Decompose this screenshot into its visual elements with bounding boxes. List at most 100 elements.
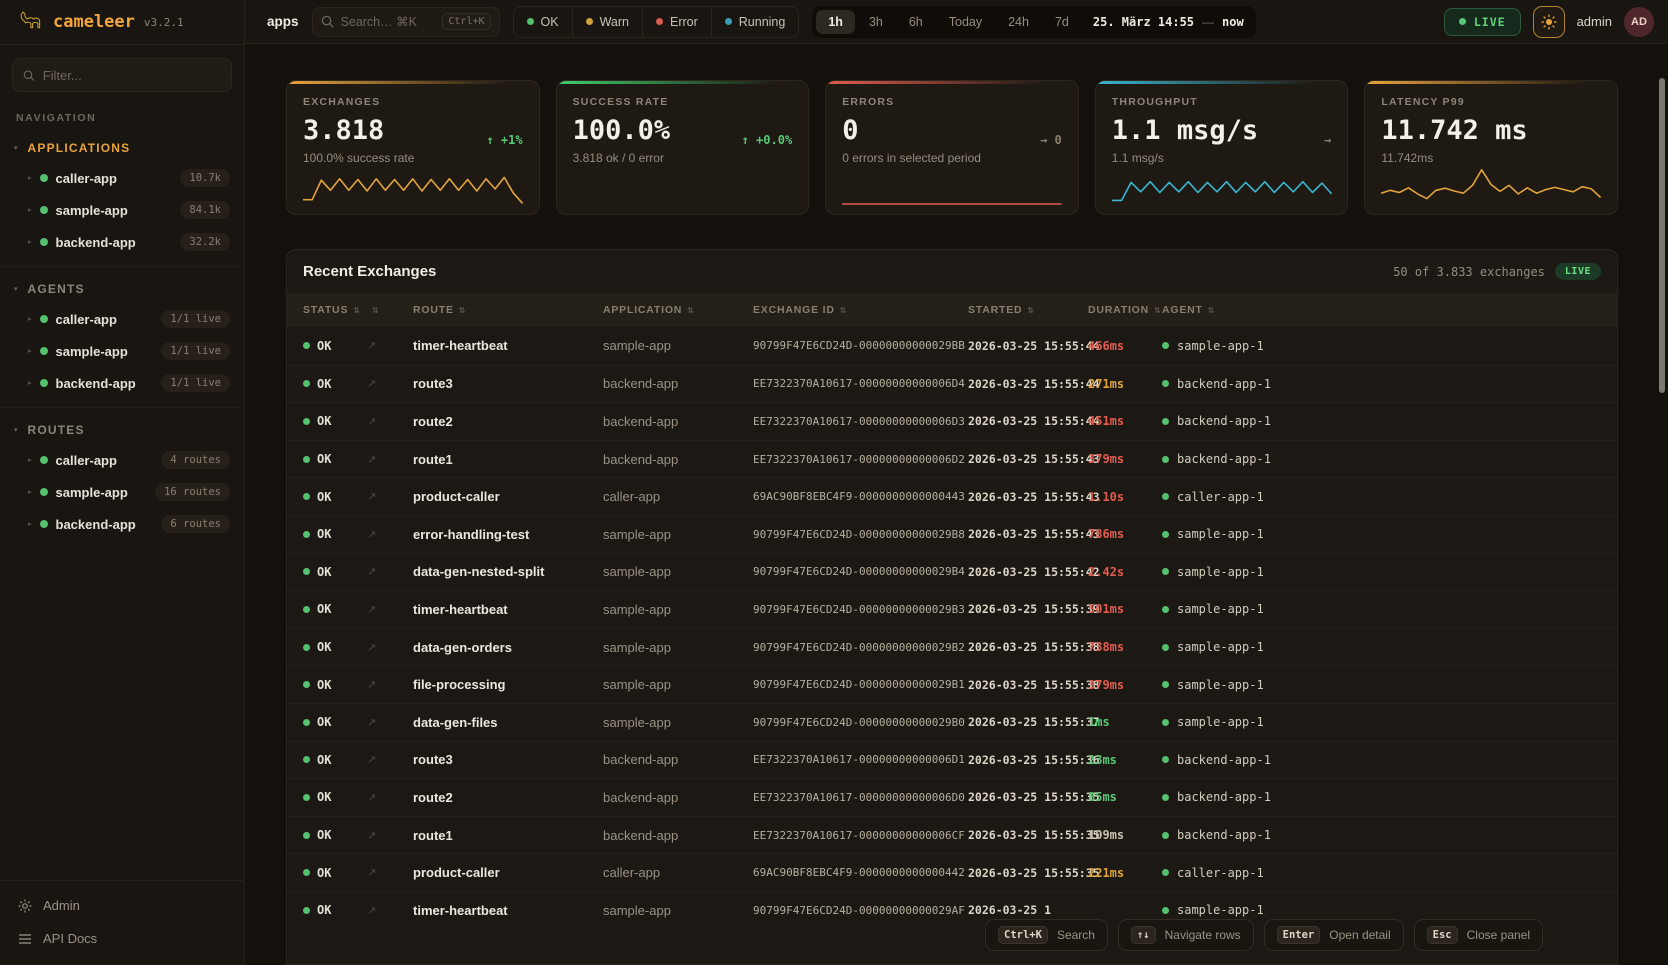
- hint-label: Open detail: [1329, 928, 1390, 942]
- hint-label: Search: [1057, 928, 1095, 942]
- time-range-6h[interactable]: 6h: [897, 10, 935, 34]
- stat-value: 11.742 ms: [1381, 115, 1601, 146]
- route-cell: route3: [413, 376, 603, 391]
- table-row[interactable]: OK ↗ product-caller caller-app 69AC90BF8…: [287, 477, 1617, 515]
- sidebar-footer: Admin API Docs: [0, 880, 244, 965]
- trend-icon: ↗: [367, 377, 413, 390]
- exchange-id-cell: EE7322370A10617-00000000000006D0: [753, 791, 968, 804]
- trend-icon: ↗: [367, 339, 413, 352]
- sidebar-item-backend-app[interactable]: ▸ backend-app 1/1 live: [0, 367, 244, 399]
- table-row[interactable]: OK ↗ data-gen-orders sample-app 90799F47…: [287, 628, 1617, 666]
- table-row[interactable]: OK ↗ route2 backend-app EE7322370A10617-…: [287, 402, 1617, 440]
- trend-icon: ↗: [367, 528, 413, 541]
- status-filter-label: Warn: [600, 15, 629, 29]
- chevron-right-icon: ▸: [28, 456, 32, 464]
- sort-icon: ⇅: [353, 306, 361, 315]
- table-row[interactable]: OK ↗ error-handling-test sample-app 9079…: [287, 515, 1617, 553]
- table-row[interactable]: OK ↗ file-processing sample-app 90799F47…: [287, 665, 1617, 703]
- status-filter-group: OK Warn Error Running: [513, 6, 800, 38]
- time-range-3h[interactable]: 3h: [857, 10, 895, 34]
- status-filter-ok[interactable]: OK: [514, 7, 572, 37]
- logo-row[interactable]: cameleer v3.2.1: [0, 0, 244, 45]
- col-header-exchange-id[interactable]: EXCHANGE ID⇅: [753, 304, 968, 316]
- avatar[interactable]: AD: [1624, 7, 1654, 37]
- table-row[interactable]: OK ↗ data-gen-nested-split sample-app 90…: [287, 553, 1617, 591]
- sidebar-item-sample-app[interactable]: ▸ sample-app 84.1k: [0, 194, 244, 226]
- col-header-route[interactable]: ROUTE⇅: [413, 304, 603, 316]
- table-row[interactable]: OK ↗ route1 backend-app EE7322370A10617-…: [287, 440, 1617, 478]
- time-range-7d[interactable]: 7d: [1043, 10, 1081, 34]
- started-cell: 2026-03-25 15:55:43: [968, 490, 1088, 504]
- keyboard-hint: Enter Open detail: [1264, 919, 1404, 951]
- chevron-down-icon: ▾: [14, 144, 18, 152]
- trend-icon: ↗: [367, 829, 413, 842]
- sidebar-item-backend-app[interactable]: ▸ backend-app 32.2k: [0, 226, 244, 258]
- trend-icon: ↗: [367, 791, 413, 804]
- sidebar-item-caller-app[interactable]: ▸ caller-app 1/1 live: [0, 303, 244, 335]
- stat-label: ERRORS: [842, 96, 1062, 108]
- scrollbar[interactable]: [1659, 78, 1665, 393]
- count-badge: 1/1 live: [161, 310, 230, 328]
- status-dot: [40, 379, 48, 387]
- exchange-id-cell: 90799F47E6CD24D-00000000000029B2: [753, 641, 968, 654]
- exchange-id-cell: EE7322370A10617-00000000000006D1: [753, 753, 968, 766]
- time-range-1h[interactable]: 1h: [816, 10, 855, 34]
- col-header-trend[interactable]: ⇅: [367, 306, 413, 315]
- time-range-today[interactable]: Today: [937, 10, 994, 34]
- status-filter-running[interactable]: Running: [711, 7, 799, 37]
- col-header-status[interactable]: STATUS⇅: [303, 304, 367, 316]
- started-cell: 2026-03-25 15:55:44: [968, 377, 1088, 391]
- sun-icon: [1541, 14, 1557, 30]
- col-header-started[interactable]: STARTED⇅: [968, 304, 1088, 316]
- table-row[interactable]: OK ↗ route2 backend-app EE7322370A10617-…: [287, 778, 1617, 816]
- recent-exchanges-panel: Recent Exchanges 50 of 3.833 exchanges L…: [286, 249, 1618, 965]
- time-range-24h[interactable]: 24h: [996, 10, 1041, 34]
- date-range[interactable]: 25. März 14:55 — now: [1093, 15, 1244, 29]
- started-cell: 2026-03-25 15:55:37: [968, 715, 1088, 729]
- sidebar-item-sample-app[interactable]: ▸ sample-app 16 routes: [0, 476, 244, 508]
- status-filter-error[interactable]: Error: [642, 7, 711, 37]
- keyboard-hint: Esc Close panel: [1414, 919, 1543, 951]
- sidebar-item-admin[interactable]: Admin: [0, 889, 244, 922]
- trend-icon: ↗: [367, 565, 413, 578]
- ok-status-dot: [303, 756, 310, 763]
- nav-group-header[interactable]: ▾ AGENTS: [0, 275, 244, 303]
- status-filter-warn[interactable]: Warn: [572, 7, 642, 37]
- agent-status-dot: [1162, 794, 1169, 801]
- sidebar-item-backend-app[interactable]: ▸ backend-app 6 routes: [0, 508, 244, 540]
- sidebar-item-caller-app[interactable]: ▸ caller-app 4 routes: [0, 444, 244, 476]
- agent-cell: backend-app-1: [1177, 377, 1271, 391]
- sidebar-item-caller-app[interactable]: ▸ caller-app 10.7k: [0, 162, 244, 194]
- table-row[interactable]: OK ↗ timer-heartbeat sample-app 90799F47…: [287, 590, 1617, 628]
- filter-input[interactable]: [43, 68, 221, 83]
- col-header-application[interactable]: APPLICATION⇅: [603, 304, 753, 316]
- sidebar-item-api-docs[interactable]: API Docs: [0, 922, 244, 955]
- col-header-agent[interactable]: AGENT⇅: [1162, 304, 1601, 316]
- table-row[interactable]: OK ↗ timer-heartbeat sample-app 90799F47…: [287, 327, 1617, 365]
- theme-toggle-button[interactable]: [1533, 6, 1565, 38]
- table-row[interactable]: OK ↗ route3 backend-app EE7322370A10617-…: [287, 741, 1617, 779]
- duration-cell: 85ms: [1088, 790, 1162, 804]
- table-row[interactable]: OK ↗ route1 backend-app EE7322370A10617-…: [287, 816, 1617, 854]
- trend-icon: ↗: [367, 904, 413, 917]
- table-row[interactable]: OK ↗ product-caller caller-app 69AC90BF8…: [287, 853, 1617, 891]
- global-search[interactable]: Search… ⌘K Ctrl+K: [312, 7, 500, 37]
- exchange-id-cell: EE7322370A10617-00000000000006D3: [753, 415, 968, 428]
- sidebar-filter[interactable]: [12, 58, 232, 92]
- search-shortcut-badge: Ctrl+K: [442, 13, 490, 30]
- route-cell: route1: [413, 828, 603, 843]
- status-dot: [40, 488, 48, 496]
- app-version: v3.2.1: [144, 16, 184, 29]
- table-row[interactable]: OK ↗ data-gen-files sample-app 90799F47E…: [287, 703, 1617, 741]
- sidebar-item-sample-app[interactable]: ▸ sample-app 1/1 live: [0, 335, 244, 367]
- col-header-duration[interactable]: DURATION⇅: [1088, 304, 1162, 316]
- nav-group-header[interactable]: ▾ ROUTES: [0, 416, 244, 444]
- table-row[interactable]: OK ↗ route3 backend-app EE7322370A10617-…: [287, 365, 1617, 403]
- exchange-count: 50 of 3.833 exchanges: [1393, 265, 1545, 279]
- stat-label: EXCHANGES: [303, 96, 523, 108]
- nav-group-header[interactable]: ▾ APPLICATIONS: [0, 134, 244, 162]
- brand-name: cameleer: [53, 12, 135, 32]
- count-badge: 1/1 live: [161, 374, 230, 392]
- count-badge: 16 routes: [155, 483, 230, 501]
- live-toggle-button[interactable]: LIVE: [1444, 8, 1521, 36]
